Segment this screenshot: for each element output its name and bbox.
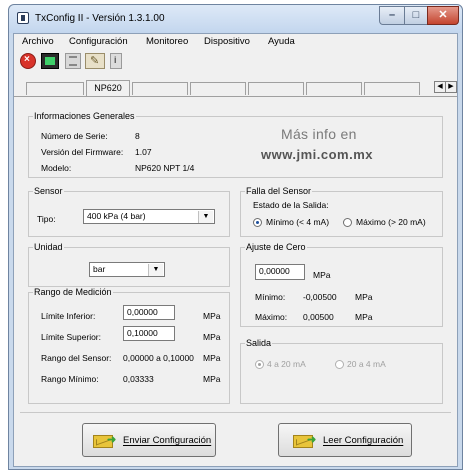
output-20-4-radio[interactable] — [335, 360, 344, 369]
maximize-button[interactable]: □ — [404, 6, 428, 25]
unit-group: Unidad bar ▼ — [28, 242, 230, 287]
close-window-button[interactable]: ✕ — [427, 6, 459, 25]
zero-max-unit: MPa — [355, 312, 373, 322]
sensor-type-select[interactable]: 400 kPa (4 bar) ▼ — [83, 209, 215, 224]
minimize-button[interactable]: – — [379, 6, 405, 25]
sensor-range-unit: MPa — [203, 353, 221, 363]
upper-limit-unit: MPa — [203, 332, 221, 342]
group-title: Unidad — [33, 242, 64, 252]
send-config-label: Enviar Configuración — [123, 435, 212, 446]
zero-max-value: 0,00500 — [303, 312, 334, 322]
fault-min-radio[interactable] — [253, 218, 262, 227]
read-config-button[interactable]: ➜ Leer Configuración — [278, 423, 412, 457]
sensor-type-value: 400 kPa (4 bar) — [87, 211, 146, 221]
menu-dispositivo[interactable]: Dispositivo — [204, 36, 250, 47]
window-title: TxConfig II - Versión 1.3.1.00 — [35, 13, 165, 24]
sensor-group: Sensor Tipo: 400 kPa (4 bar) ▼ — [28, 186, 230, 237]
serial-label: Número de Serie: — [41, 131, 108, 141]
close-icon: ✕ — [438, 9, 448, 21]
upper-limit-label: Límite Superior: — [41, 332, 101, 342]
tab-label: NP620 — [94, 83, 122, 93]
tab-empty-5[interactable] — [306, 82, 362, 95]
min-range-value: 0,03333 — [123, 374, 154, 384]
zero-adjust-unit: MPa — [313, 270, 331, 280]
promo-line-1: Más info en — [281, 126, 357, 142]
group-title: Sensor — [33, 186, 64, 196]
menu-configuracion[interactable]: Configuración — [69, 36, 128, 47]
min-range-unit: MPa — [203, 374, 221, 384]
tab-empty-3[interactable] — [190, 82, 246, 95]
client-area: Archivo Configuración Monitoreo Disposit… — [13, 33, 458, 467]
envelope-read-icon: ➜ — [293, 433, 317, 449]
firmware-value: 1.07 — [135, 147, 152, 157]
firmware-label: Versión del Firmware: — [41, 147, 124, 157]
app-icon — [17, 12, 29, 24]
tab-empty-1[interactable] — [26, 82, 84, 95]
zero-max-label: Máximo: — [255, 312, 288, 322]
sensor-range-value: 0,00000 a 0,10000 — [123, 353, 194, 363]
sensor-range-label: Rango del Sensor: — [41, 353, 112, 363]
fault-max-label[interactable]: Máximo (> 20 mA) — [356, 217, 426, 227]
output-group: Salida 4 a 20 mA 20 a 4 mA — [240, 338, 443, 404]
menu-bar: Archivo Configuración Monitoreo Disposit… — [14, 34, 457, 49]
device-tab-row: NP620 ◀ ▶ — [14, 78, 457, 97]
model-label: Modelo: — [41, 163, 72, 173]
zero-min-value: -0,00500 — [303, 292, 337, 302]
menu-archivo[interactable]: Archivo — [22, 36, 54, 47]
divider — [20, 412, 451, 413]
toolbar: × ✎ i — [14, 50, 457, 72]
promo-url: www.jmi.com.mx — [261, 147, 373, 162]
group-title: Rango de Medición — [33, 287, 113, 297]
tab-empty-4[interactable] — [248, 82, 304, 95]
group-title: Salida — [245, 338, 273, 348]
output-4-20-label[interactable]: 4 a 20 mA — [267, 359, 306, 369]
fault-min-label[interactable]: Mínimo (< 4 mA) — [266, 217, 329, 227]
configure-icon[interactable]: ✎ — [85, 53, 105, 69]
info-icon[interactable]: i — [110, 53, 122, 69]
tab-scroll-right[interactable]: ▶ — [445, 81, 457, 93]
chevron-down-icon[interactable]: ▼ — [198, 211, 213, 223]
unit-select[interactable]: bar ▼ — [89, 262, 165, 277]
model-value: NP620 NPT 1/4 — [135, 163, 195, 173]
send-config-button[interactable]: ➜ Enviar Configuración — [82, 423, 216, 457]
min-range-label: Rango Mínimo: — [41, 374, 99, 384]
read-config-label: Leer Configuración — [323, 435, 404, 446]
maximize-icon: □ — [412, 9, 420, 21]
application-window: TxConfig II - Versión 1.3.1.00 – □ ✕ Arc… — [8, 4, 463, 470]
tab-np620[interactable]: NP620 — [86, 80, 130, 96]
zero-adjust-input[interactable]: 0,00000 — [255, 264, 305, 280]
unit-value: bar — [93, 264, 106, 274]
sensor-fault-group: Falla del Sensor Estado de la Salida: Mí… — [240, 186, 443, 237]
minimize-icon: – — [388, 9, 396, 21]
group-title: Ajuste de Cero — [245, 242, 307, 252]
title-bar[interactable]: TxConfig II - Versión 1.3.1.00 – □ ✕ — [9, 5, 462, 33]
serial-value: 8 — [135, 131, 140, 141]
zero-min-label: Mínimo: — [255, 292, 286, 302]
output-4-20-radio[interactable] — [255, 360, 264, 369]
general-info-group: Informaciones Generales Número de Serie:… — [28, 111, 443, 178]
sensor-type-label: Tipo: — [37, 214, 56, 224]
lower-limit-label: Límite Inferior: — [41, 311, 96, 321]
group-title: Informaciones Generales — [33, 111, 136, 121]
upper-limit-input[interactable]: 0,10000 — [123, 326, 175, 341]
menu-monitoreo[interactable]: Monitoreo — [146, 36, 188, 47]
tab-empty-2[interactable] — [132, 82, 188, 95]
group-title: Falla del Sensor — [245, 186, 313, 196]
lower-limit-unit: MPa — [203, 311, 221, 321]
output-20-4-label[interactable]: 20 a 4 mA — [347, 359, 386, 369]
chevron-down-icon[interactable]: ▼ — [148, 264, 163, 276]
menu-ayuda[interactable]: Ayuda — [268, 36, 295, 47]
tab-empty-6[interactable] — [364, 82, 420, 95]
zero-min-unit: MPa — [355, 292, 373, 302]
zero-adjust-group: Ajuste de Cero 0,00000 MPa Mínimo: -0,00… — [240, 242, 443, 327]
output-state-label: Estado de la Salida: — [253, 200, 329, 210]
fault-max-radio[interactable] — [343, 218, 352, 227]
disconnect-icon[interactable]: × — [20, 53, 36, 69]
measurement-range-group: Rango de Medición Límite Inferior: 0,000… — [28, 287, 230, 404]
device-icon[interactable] — [65, 53, 81, 69]
monitor-icon[interactable] — [41, 53, 59, 69]
envelope-send-icon: ➜ — [93, 433, 117, 449]
lower-limit-input[interactable]: 0,00000 — [123, 305, 175, 320]
